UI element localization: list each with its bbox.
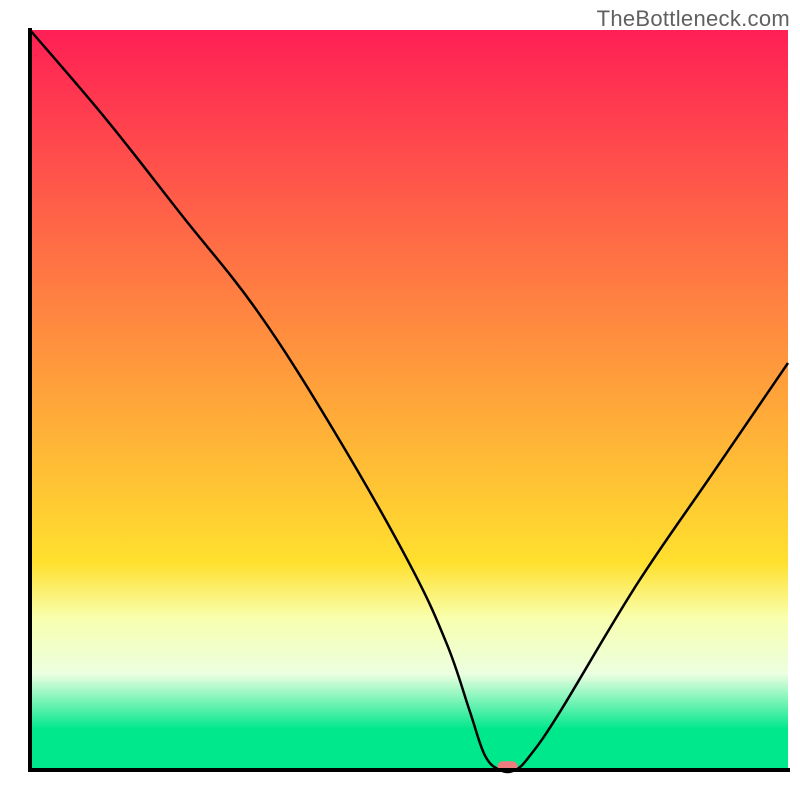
bottleneck-chart <box>0 0 800 800</box>
watermark-label: TheBottleneck.com <box>597 6 790 32</box>
plot-background <box>30 30 788 770</box>
chart-container: { "watermark": "TheBottleneck.com", "cha… <box>0 0 800 800</box>
